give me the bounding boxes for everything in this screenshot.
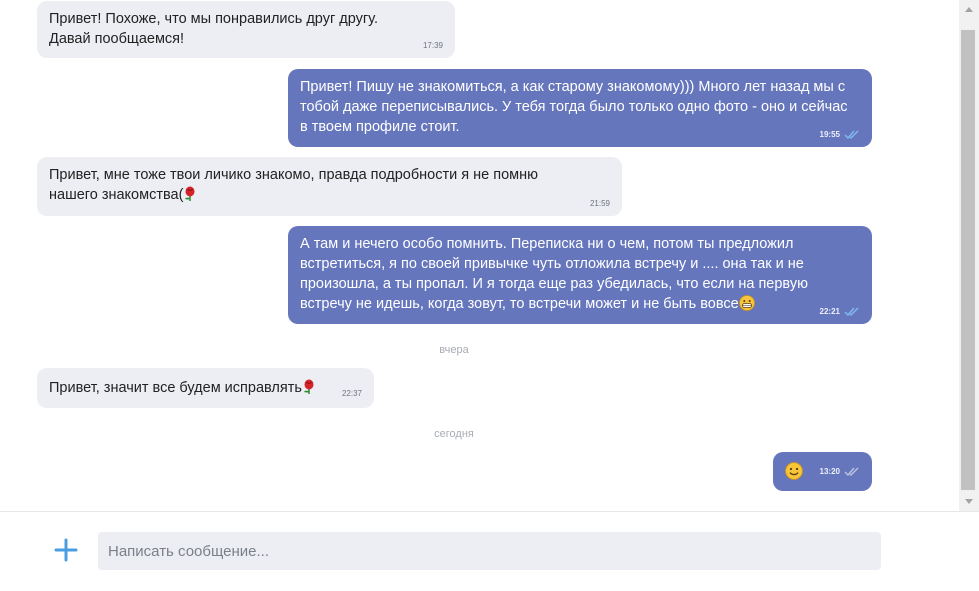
message-meta: 21:59 [590, 199, 610, 209]
date-separator: сегодня [434, 428, 474, 440]
date-separator: вчера [439, 344, 469, 356]
message-outgoing: Привет! Пишу не знакомиться, а как старо… [288, 69, 872, 147]
message-incoming: Привет, мне тоже твои личико знакомо, пр… [37, 157, 622, 216]
grin-emoji [738, 295, 755, 317]
message-text: Привет! Пишу не знакомиться, а как старо… [300, 79, 848, 135]
message-outgoing: А там и нечего особо помнить. Переписка … [288, 226, 872, 324]
rose-emoji [302, 379, 316, 401]
message-meta: 22:37 [342, 389, 362, 399]
message-time: 22:37 [341, 389, 362, 398]
scroll-down-arrow-icon[interactable] [959, 495, 979, 509]
scroll-up-arrow-icon[interactable] [959, 2, 979, 16]
message-text: А там и нечего особо помнить. Переписка … [300, 236, 808, 312]
message-incoming: Привет, значит все будем исправлять 22:3… [37, 368, 374, 408]
message-meta: 17:39 [423, 41, 443, 51]
scrollbar-thumb[interactable] [961, 30, 975, 490]
message-composer [0, 511, 979, 591]
message-time: 22:21 [819, 307, 840, 316]
message-outgoing: 13:20 [773, 452, 872, 491]
message-text: Привет, значит все будем исправлять [49, 380, 302, 396]
message-text: Привет! Похоже, что мы понравились друг … [49, 11, 378, 47]
message-input[interactable] [98, 532, 881, 570]
message-meta: 13:20 [820, 467, 860, 477]
read-check-icon [844, 307, 860, 317]
message-meta: 19:55 [820, 130, 860, 140]
smile-emoji [785, 462, 803, 486]
message-meta: 22:21 [820, 307, 860, 317]
add-attachment-button[interactable] [52, 538, 80, 566]
message-incoming: Привет! Похоже, что мы понравились друг … [37, 1, 455, 58]
rose-emoji [183, 186, 197, 208]
read-check-icon [844, 130, 860, 140]
plus-icon [54, 538, 78, 567]
vertical-scrollbar[interactable] [959, 0, 979, 511]
message-time: 19:55 [819, 130, 840, 139]
message-history: Привет! Похоже, что мы понравились друг … [0, 0, 959, 511]
sent-check-icon [844, 467, 860, 477]
message-text: Привет, мне тоже твои личико знакомо, пр… [49, 167, 539, 203]
message-time: 21:59 [589, 199, 610, 208]
message-time: 13:20 [819, 467, 840, 476]
message-time: 17:39 [422, 41, 443, 50]
